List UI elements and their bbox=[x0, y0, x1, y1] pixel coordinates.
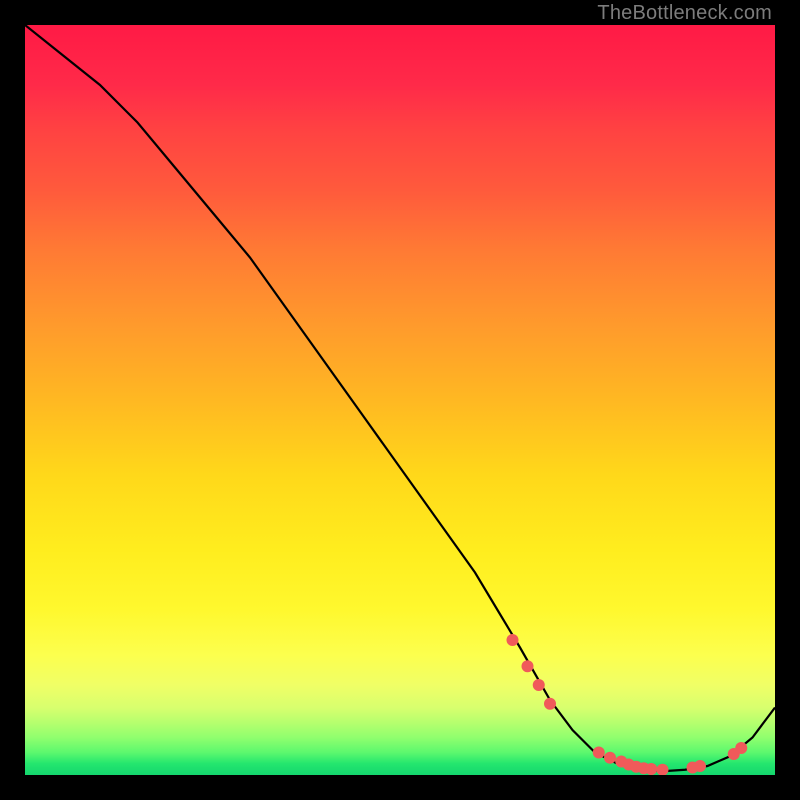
data-marker bbox=[604, 752, 616, 764]
data-marker bbox=[507, 634, 519, 646]
plot-area bbox=[25, 25, 775, 775]
data-marker bbox=[533, 679, 545, 691]
curve-layer bbox=[25, 25, 775, 771]
data-marker bbox=[544, 698, 556, 710]
bottleneck-curve-path bbox=[25, 25, 775, 771]
data-marker bbox=[593, 747, 605, 759]
data-marker bbox=[522, 660, 534, 672]
marker-layer bbox=[507, 634, 748, 775]
data-marker bbox=[645, 763, 657, 775]
chart-svg bbox=[25, 25, 775, 775]
data-marker bbox=[735, 742, 747, 754]
data-marker bbox=[657, 764, 669, 775]
data-marker bbox=[694, 760, 706, 772]
chart-stage: TheBottleneck.com bbox=[0, 0, 800, 800]
attribution-text: TheBottleneck.com bbox=[597, 2, 772, 25]
